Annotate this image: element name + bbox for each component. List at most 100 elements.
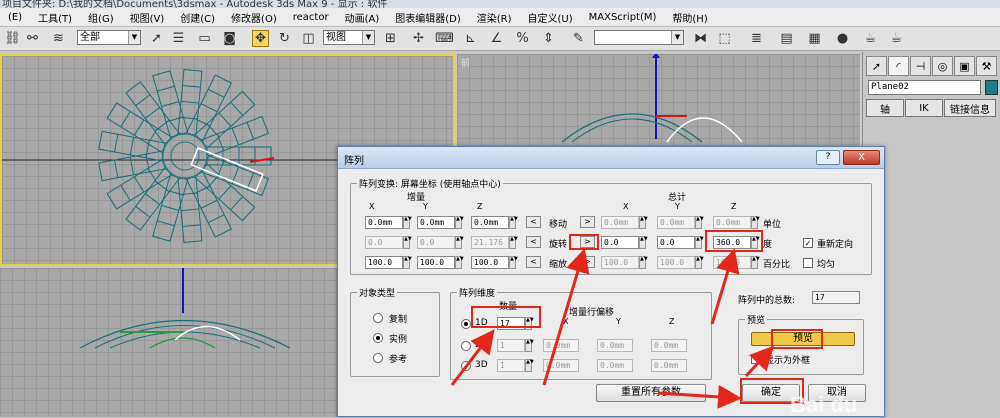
tot-move-y[interactable]: 0.0mm <box>657 216 695 229</box>
bind-space-warp-icon[interactable]: ≋ <box>50 30 67 47</box>
offset-3d-y[interactable]: 0.0mm <box>597 359 633 372</box>
menu-views[interactable]: 视图(V) <box>122 10 173 25</box>
select-move-icon[interactable]: ✥ <box>252 30 269 47</box>
move-right-arrow-button[interactable]: > <box>580 216 595 228</box>
tot-rotate-x[interactable]: 0.0 <box>601 236 639 249</box>
tot-rotate-y[interactable]: 0.0 <box>657 236 695 249</box>
spinner-arrows-icon[interactable]: ▲▼ <box>509 236 518 249</box>
select-rotate-icon[interactable]: ↻ <box>276 30 293 47</box>
selection-filter-dropdown[interactable]: 全部 ▼ <box>77 30 141 45</box>
inc-rotate-x[interactable]: 0.0 <box>365 236 403 249</box>
rect-selection-icon[interactable]: ▭ <box>196 30 213 47</box>
modify-tab-icon[interactable]: ◜ <box>888 56 909 76</box>
select-object-icon[interactable]: ➚ <box>148 30 165 47</box>
spinner-arrows-icon[interactable]: ▲▼ <box>639 256 648 269</box>
spinner-arrows-icon[interactable]: ▲▼ <box>639 216 648 229</box>
tot-rotate-z[interactable]: 360.0 <box>713 236 751 249</box>
render-scene-icon[interactable]: ☕ <box>862 30 879 47</box>
dialog-close-button[interactable]: X <box>843 150 880 165</box>
spinner-snap-icon[interactable]: ⇕ <box>540 30 557 47</box>
reset-all-parameters-button[interactable]: 重置所有参数 <box>596 384 706 402</box>
material-editor-icon[interactable]: ● <box>834 30 851 47</box>
display-tab-icon[interactable]: ▣ <box>954 56 975 76</box>
preview-button[interactable]: 预览 <box>751 332 855 346</box>
ref-coord-dropdown[interactable]: 视图 ▼ <box>323 30 375 45</box>
object-name-field[interactable]: Plane02 <box>868 80 981 95</box>
spinner-arrows-icon[interactable]: ▲▼ <box>403 256 412 269</box>
quick-render-icon[interactable]: ☕ <box>888 30 905 47</box>
spinner-arrows-icon[interactable]: ▲▼ <box>525 339 534 352</box>
offset-2d-y[interactable]: 0.0mm <box>597 339 633 352</box>
ik-button[interactable]: IK <box>905 99 943 117</box>
percent-snap-icon[interactable]: % <box>514 30 531 47</box>
curve-editor-icon[interactable]: ▤ <box>778 30 795 47</box>
reorient-checkbox[interactable]: ✓ <box>803 238 813 248</box>
inc-move-x[interactable]: 0.0mm <box>365 216 403 229</box>
spinner-arrows-icon[interactable]: ▲▼ <box>455 216 464 229</box>
create-tab-icon[interactable]: ➚ <box>866 56 887 76</box>
layer-manager-icon[interactable]: ≣ <box>748 30 765 47</box>
count-3d-field[interactable]: 1 <box>497 359 525 372</box>
spinner-arrows-icon[interactable]: ▲▼ <box>751 256 760 269</box>
inc-scale-z[interactable]: 100.0 <box>471 256 509 269</box>
snap-3d-icon[interactable]: ⊾ <box>462 30 479 47</box>
spinner-arrows-icon[interactable]: ▲▼ <box>695 256 704 269</box>
mirror-icon[interactable]: ⧓ <box>692 30 709 47</box>
tot-scale-x[interactable]: 100.0 <box>601 256 639 269</box>
inc-move-y[interactable]: 0.0mm <box>417 216 455 229</box>
spinner-arrows-icon[interactable]: ▲▼ <box>509 216 518 229</box>
tot-move-x[interactable]: 0.0mm <box>601 216 639 229</box>
menu-help[interactable]: 帮助(H) <box>664 10 715 25</box>
spinner-arrows-icon[interactable]: ▲▼ <box>455 236 464 249</box>
menu-customize[interactable]: 自定义(U) <box>520 10 581 25</box>
inc-rotate-z[interactable]: 21.176 <box>471 236 509 249</box>
spinner-arrows-icon[interactable]: ▲▼ <box>751 236 760 249</box>
dim-2d-radio[interactable] <box>461 341 471 351</box>
dim-3d-radio[interactable] <box>461 361 471 371</box>
window-crossing-icon[interactable]: ◙ <box>221 30 238 47</box>
spinner-arrows-icon[interactable]: ▲▼ <box>403 236 412 249</box>
tot-scale-y[interactable]: 100.0 <box>657 256 695 269</box>
spinner-arrows-icon[interactable]: ▲▼ <box>639 236 648 249</box>
offset-2d-z[interactable]: 0.0mm <box>651 339 687 352</box>
scale-right-arrow-button[interactable]: > <box>580 256 595 268</box>
spinner-arrows-icon[interactable]: ▲▼ <box>509 256 518 269</box>
unlink-icon[interactable]: ⚯ <box>24 30 41 47</box>
select-manipulate-icon[interactable]: ✢ <box>410 30 427 47</box>
reference-radio[interactable] <box>373 353 383 363</box>
link-info-button[interactable]: 链接信息 <box>944 99 996 117</box>
motion-tab-icon[interactable]: ◎ <box>932 56 953 76</box>
menu-create[interactable]: 创建(C) <box>172 10 223 25</box>
menu-rendering[interactable]: 渲染(R) <box>469 10 520 25</box>
menu-group[interactable]: 组(G) <box>80 10 122 25</box>
select-link-icon[interactable]: ⛓ <box>4 30 21 47</box>
dim-1d-radio[interactable] <box>461 319 471 329</box>
inc-rotate-y[interactable]: 0.0 <box>417 236 455 249</box>
offset-3d-x[interactable]: 0.0mm <box>543 359 579 372</box>
pivot-center-icon[interactable]: ⊞ <box>382 30 399 47</box>
inc-scale-y[interactable]: 100.0 <box>417 256 455 269</box>
menu-edit[interactable]: (E) <box>0 12 30 23</box>
tot-move-z[interactable]: 0.0mm <box>713 216 751 229</box>
spinner-arrows-icon[interactable]: ▲▼ <box>455 256 464 269</box>
uniform-checkbox[interactable] <box>803 258 813 268</box>
schematic-view-icon[interactable]: ▦ <box>806 30 823 47</box>
offset-3d-z[interactable]: 0.0mm <box>651 359 687 372</box>
menu-tools[interactable]: 工具(T) <box>30 10 80 25</box>
spinner-arrows-icon[interactable]: ▲▼ <box>525 317 534 330</box>
select-scale-icon[interactable]: ◫ <box>300 30 317 47</box>
spinner-arrows-icon[interactable]: ▲▼ <box>403 216 412 229</box>
spinner-arrows-icon[interactable]: ▲▼ <box>695 236 704 249</box>
tot-scale-z[interactable]: 100.0 <box>713 256 751 269</box>
inc-scale-x[interactable]: 100.0 <box>365 256 403 269</box>
align-icon[interactable]: ⬚ <box>716 30 733 47</box>
move-left-arrow-button[interactable]: < <box>526 216 541 228</box>
object-color-swatch[interactable] <box>985 80 998 95</box>
spinner-arrows-icon[interactable]: ▲▼ <box>751 216 760 229</box>
angle-snap-icon[interactable]: ∠ <box>488 30 505 47</box>
rotate-right-arrow-button[interactable]: > <box>580 236 595 248</box>
scale-left-arrow-button[interactable]: < <box>526 256 541 268</box>
spinner-arrows-icon[interactable]: ▲▼ <box>695 216 704 229</box>
hierarchy-tab-icon[interactable]: ⊣ <box>910 56 931 76</box>
instance-radio[interactable] <box>373 333 383 343</box>
